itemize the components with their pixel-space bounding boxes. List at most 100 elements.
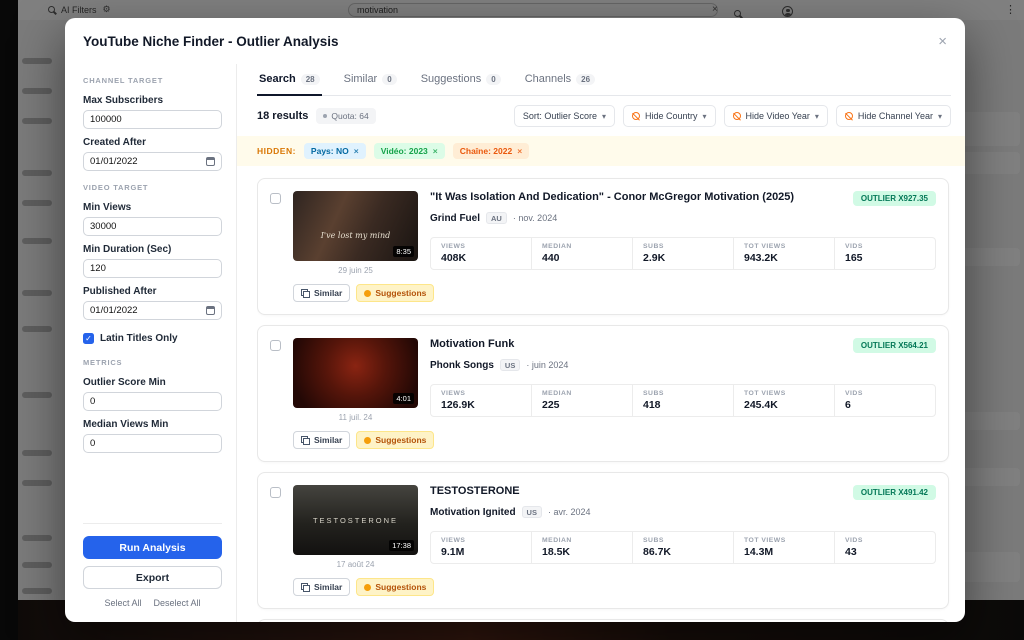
stat-label: MEDIAN [542,537,622,544]
export-button[interactable]: Export [83,566,222,589]
card-main: Motivation Funk OUTLIER X564.21 Phonk So… [430,338,936,449]
select-all-link[interactable]: Select All [104,598,141,608]
remove-chip-icon[interactable]: × [354,146,359,156]
close-icon[interactable]: × [938,34,947,49]
result-checkbox[interactable] [270,340,281,351]
card-top-row: Motivation Funk OUTLIER X564.21 [430,338,936,353]
median-views-min-input[interactable] [83,434,222,453]
channel-row: Grind Fuel AU · nov. 2024 [430,212,936,224]
suggestions-button[interactable]: Suggestions [356,431,434,449]
quota-badge: Quota: 64 [316,108,375,124]
similar-label: Similar [314,435,342,445]
suggestions-button[interactable]: Suggestions [356,284,434,302]
video-upload-date: 17 août 24 [293,560,418,569]
stat-value: 440 [542,252,622,264]
channel-name[interactable]: Phonk Songs [430,360,494,371]
deselect-all-link[interactable]: Deselect All [154,598,201,608]
suggestions-button[interactable]: Suggestions [356,578,434,596]
stat-value: 6 [845,399,925,411]
min-views-input[interactable] [83,217,222,236]
chip-label: Vidéo: 2023 [381,146,428,156]
video-thumbnail[interactable]: I've lost my mind 8:35 [293,191,418,261]
tabs-bar: Search 28 Similar 0 Suggestions 0 Channe… [257,64,951,96]
remove-chip-icon[interactable]: × [517,146,522,156]
stat-label: VIDS [845,390,925,397]
toolbar-right: Sort: Outlier Score ▾ Hide Country ▾ Hid… [514,105,951,127]
similar-button[interactable]: Similar [293,431,350,449]
similar-icon [301,583,310,592]
card-top-row: "It Was Isolation And Dedication" - Cono… [430,191,936,206]
created-after-input[interactable]: 01/01/2022 [83,152,222,171]
stat-cell: TOT VIEWS14.3M [733,532,834,563]
stat-value: 2.9K [643,252,723,264]
stat-label: SUBS [643,537,723,544]
card-main: "It Was Isolation And Dedication" - Cono… [430,191,936,302]
video-duration: 4:01 [393,393,414,404]
section-channel-target: CHANNEL TARGET [83,76,222,85]
latin-titles-checkbox[interactable]: ✓ [83,333,94,344]
results-toolbar: 18 results Quota: 64 Sort: Outlier Score… [257,96,951,136]
hide-video-year-dropdown[interactable]: Hide Video Year ▾ [724,105,828,127]
stat-label: VIEWS [441,390,521,397]
modal-title: YouTube Niche Finder - Outlier Analysis [83,34,339,49]
result-checkbox[interactable] [270,487,281,498]
stat-cell: VIEWS408K [431,238,531,269]
video-title[interactable]: TESTOSTERONE [430,485,520,497]
max-subscribers-input[interactable] [83,110,222,129]
stat-cell: SUBS 2.9K [632,238,733,269]
sort-dropdown[interactable]: Sort: Outlier Score ▾ [514,105,615,127]
published-after-input[interactable]: 01/01/2022 [83,301,222,320]
channel-name[interactable]: Motivation Ignited [430,507,516,518]
hide-channel-year-dropdown[interactable]: Hide Channel Year ▾ [836,105,951,127]
stat-value: 126.9K [441,399,521,411]
outlier-score-min-input[interactable] [83,392,222,411]
min-views-label: Min Views [83,202,222,213]
created-after-value: 01/01/2022 [90,156,138,167]
stat-label: VIEWS [441,243,521,250]
video-title[interactable]: "It Was Isolation And Dedication" - Cono… [430,191,794,203]
similar-button[interactable]: Similar [293,284,350,302]
chip-label: Chaîne: 2022 [460,146,512,156]
stat-cell: MEDIAN440 [531,238,632,269]
tab-channels[interactable]: Channels 26 [523,64,597,96]
stat-value: 14.3M [744,546,824,558]
stat-value: 18.5K [542,546,622,558]
video-thumbnail[interactable]: 4:01 [293,338,418,408]
stat-cell: VIEWS 126.9K [431,385,531,416]
hide-country-dropdown[interactable]: Hide Country ▾ [623,105,716,127]
chevron-down-icon: ▾ [602,112,606,121]
video-upload-date: 29 juin 25 [293,266,418,275]
created-after-label: Created After [83,137,222,148]
result-card: Be Unstoppable OUTLIER X425.59 Motivatio… [257,619,949,622]
video-title[interactable]: Motivation Funk [430,338,514,350]
stat-value: 165 [845,252,925,264]
similar-icon [301,436,310,445]
stat-label: SUBS [643,243,723,250]
tab-similar[interactable]: Similar 0 [342,64,399,96]
min-duration-input[interactable] [83,259,222,278]
sort-label: Sort: Outlier Score [523,111,597,121]
hidden-label: HIDDEN: [257,146,296,156]
stat-label: SUBS [643,390,723,397]
thumbnail-column: 4:01 11 juil. 24 Similar Suggestions [293,338,418,449]
result-checkbox[interactable] [270,193,281,204]
stat-cell: VIDS 6 [834,385,935,416]
tab-label: Channels [525,73,571,85]
outlier-badge: OUTLIER X564.21 [853,338,936,353]
tab-suggestions[interactable]: Suggestions 0 [419,64,503,96]
run-analysis-button[interactable]: Run Analysis [83,536,222,559]
country-badge: US [522,506,542,518]
similar-button[interactable]: Similar [293,578,350,596]
suggestions-label: Suggestions [375,288,426,298]
results-list: I've lost my mind 8:35 29 juin 25 Simila… [257,166,951,622]
niche-finder-modal: YouTube Niche Finder - Outlier Analysis … [65,18,965,622]
channel-row: Motivation Ignited US · avr. 2024 [430,506,936,518]
channel-name[interactable]: Grind Fuel [430,213,480,224]
remove-chip-icon[interactable]: × [433,146,438,156]
tab-search[interactable]: Search 28 [257,64,322,96]
video-thumbnail[interactable]: TESTOSTERONE 17:38 [293,485,418,555]
country-badge: AU [486,212,507,224]
card-main: TESTOSTERONE OUTLIER X491.42 Motivation … [430,485,936,596]
hide-eye-icon [845,112,853,120]
card-top-row: TESTOSTERONE OUTLIER X491.42 [430,485,936,500]
